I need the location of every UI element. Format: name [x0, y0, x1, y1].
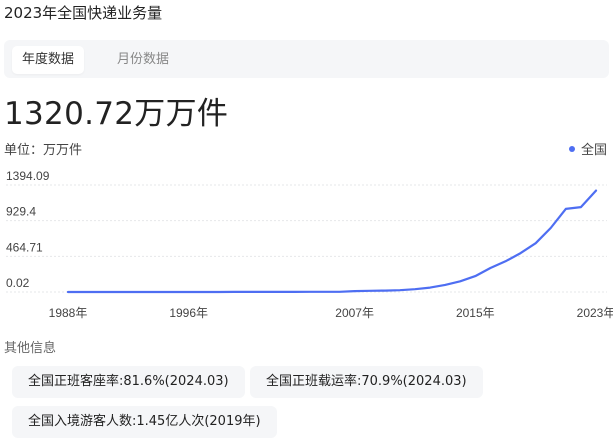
unit-label: 单位：万万件: [4, 143, 83, 158]
x-tick-label: 2023年: [577, 306, 613, 320]
line-chart: 1394.09 929.4 464.71 0.02 1988年 1996年 2007年 201…: [6, 170, 613, 320]
x-tick-label: 2007年: [335, 306, 374, 320]
x-tick-label: 1988年: [49, 306, 88, 320]
tab-annual-data[interactable]: 年度数据: [12, 46, 85, 74]
other-info-heading: 其他信息: [4, 341, 57, 356]
tab-bar: 年度数据 月份数据: [4, 40, 609, 78]
y-tick-label: 929.4: [6, 205, 36, 219]
headline-value: 1320.72万万件: [4, 96, 229, 132]
tab-monthly-data[interactable]: 月份数据: [107, 46, 179, 74]
chart-legend: 全国: [568, 139, 607, 158]
y-tick-label: 464.71: [6, 240, 43, 254]
info-chip-inbound-tourists[interactable]: 全国入境游客人数:1.45亿人次(2019年): [12, 406, 277, 438]
x-tick-label: 2015年: [456, 306, 495, 320]
x-tick-label: 1996年: [169, 306, 208, 320]
y-tick-label: 0.02: [6, 276, 30, 290]
info-chip-load-rate[interactable]: 全国正班载运率:70.9%(2024.03): [250, 366, 483, 398]
legend-label: 全国: [580, 143, 607, 158]
page-title: 2023年全国快递业务量: [4, 4, 163, 22]
series-line-全国: [66, 189, 598, 294]
y-tick-label: 1394.09: [6, 170, 50, 183]
legend-dot-icon: [568, 145, 575, 152]
info-chip-seat-rate[interactable]: 全国正班客座率:81.6%(2024.03): [12, 366, 245, 398]
